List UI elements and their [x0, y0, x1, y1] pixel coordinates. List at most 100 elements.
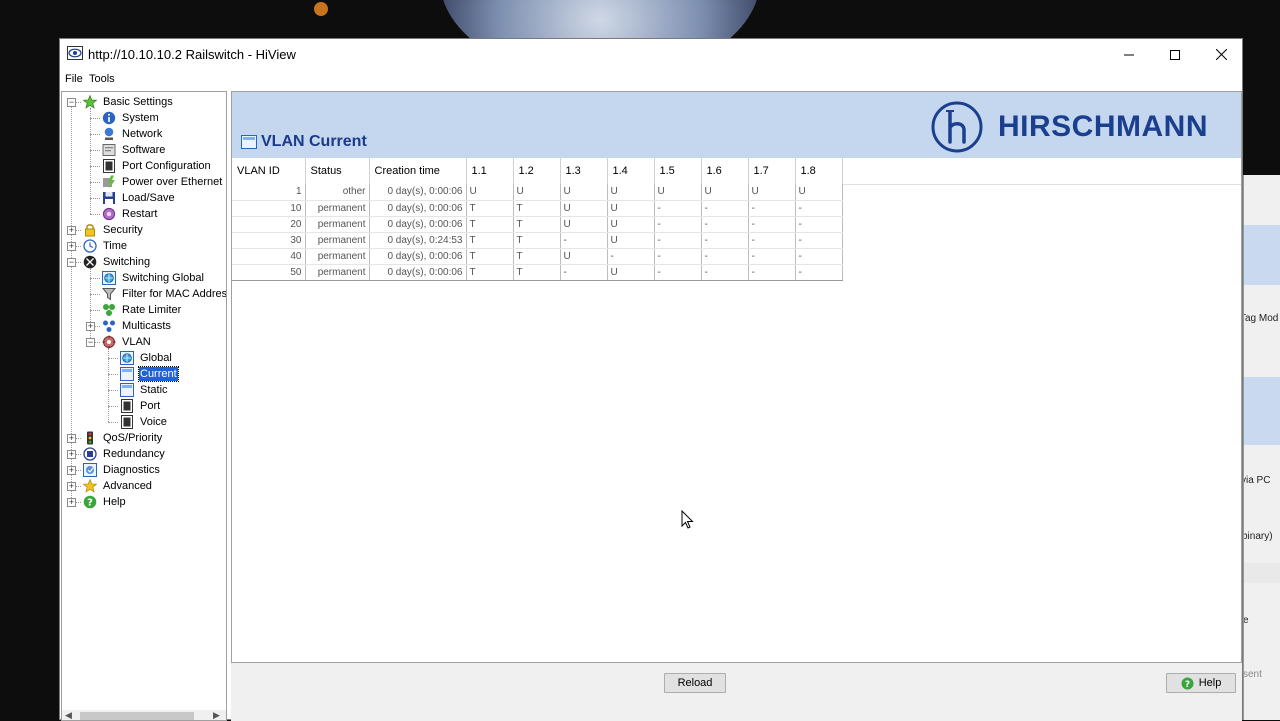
column-header[interactable]: 1.6: [701, 158, 749, 184]
help-button[interactable]: ? Help: [1166, 673, 1236, 693]
tree-item-power-over-ethernet[interactable]: Power over Ethernet: [102, 174, 223, 190]
tree-expander-plus-icon[interactable]: +: [67, 226, 76, 235]
column-header[interactable]: 1.4: [607, 158, 655, 184]
table-cell: T: [513, 216, 561, 233]
tree-expander-plus-icon[interactable]: +: [67, 498, 76, 507]
tree-expander-plus-icon[interactable]: +: [86, 322, 95, 331]
scroll-left-icon[interactable]: ◀: [65, 710, 72, 720]
floppy-icon: [102, 191, 116, 205]
tree-item-time[interactable]: Time: [83, 238, 128, 254]
table-row[interactable]: 40 permanent 0 day(s), 0:00:06 T T U - - - - -: [232, 248, 843, 265]
tree-item-filter-for-mac-addresses[interactable]: Filter for MAC Addresses: [101, 286, 226, 302]
table-row[interactable]: 50 permanent 0 day(s), 0:00:06 T T - U - - - -: [232, 264, 843, 281]
table-cell: permanent: [305, 216, 370, 233]
background-text: binary): [1243, 531, 1273, 542]
info-icon: [102, 111, 116, 125]
tree-item-software[interactable]: Software: [102, 142, 166, 158]
column-header[interactable]: VLAN ID: [232, 158, 306, 184]
tree-item-diagnostics[interactable]: Diagnostics: [83, 462, 161, 478]
tree-item-global[interactable]: Global: [120, 350, 173, 366]
tree-item-vlan[interactable]: VLAN: [102, 334, 152, 350]
table-cell: T: [466, 232, 514, 249]
table-row[interactable]: 10 permanent 0 day(s), 0:00:06 T T U U - - - -: [232, 200, 843, 217]
tree-item-label: Current: [138, 366, 179, 382]
table-cell: -: [748, 200, 796, 217]
hiview-app-icon: [67, 46, 83, 60]
column-header[interactable]: 1.3: [560, 158, 608, 184]
tree-item-security[interactable]: Security: [83, 222, 144, 238]
tree-item-port[interactable]: Port: [120, 398, 161, 414]
table-cell: -: [701, 232, 749, 249]
background-band: [1244, 377, 1280, 445]
tree-item-static[interactable]: Static: [120, 382, 169, 398]
tree-item-switching[interactable]: Switching: [83, 254, 151, 270]
tree-expander-minus-icon[interactable]: −: [67, 98, 76, 107]
tree-item-label: Port Configuration: [122, 160, 211, 172]
column-header[interactable]: Status: [305, 158, 370, 184]
background-window[interactable]: Tag Mod via PC binary) e sent: [1243, 175, 1280, 720]
tree-item-port-configuration[interactable]: Port Configuration: [102, 158, 212, 174]
tree-item-basic-settings[interactable]: Basic Settings: [82, 94, 174, 110]
reload-button[interactable]: Reload: [664, 673, 726, 693]
tree-expander-minus-icon[interactable]: −: [86, 338, 95, 347]
tree-item-multicasts[interactable]: Multicasts: [102, 318, 172, 334]
tree-item-switching-global[interactable]: Switching Global: [102, 270, 205, 286]
table-cell: -: [607, 248, 655, 265]
title-bar[interactable]: http://10.10.10.2 Railswitch - HiView: [60, 39, 1242, 70]
column-header[interactable]: 1.8: [795, 158, 843, 184]
tree-item-restart[interactable]: Restart: [102, 206, 158, 222]
column-header[interactable]: 1.5: [654, 158, 702, 184]
minimize-button[interactable]: [1106, 39, 1152, 70]
tree-expander-plus-icon[interactable]: +: [67, 434, 76, 443]
tree-item-current[interactable]: Current: [120, 366, 179, 382]
tree-item-label: Security: [103, 224, 143, 236]
table-cell: -: [654, 216, 702, 233]
table-cell: 0 day(s), 0:24:53: [369, 232, 467, 249]
table-cell: U: [607, 264, 655, 281]
table-row[interactable]: 20 permanent 0 day(s), 0:00:06 T T U U - - - -: [232, 216, 843, 233]
menu-tools[interactable]: Tools: [89, 73, 115, 85]
scroll-right-icon[interactable]: ▶: [213, 710, 220, 720]
page-title: VLAN Current: [261, 133, 367, 150]
hiview-window: http://10.10.10.2 Railswitch - HiView Fi…: [59, 38, 1243, 721]
column-header[interactable]: Creation time: [369, 158, 467, 184]
table-cell: -: [701, 264, 749, 281]
tree-item-rate-limiter[interactable]: Rate Limiter: [102, 302, 182, 318]
close-button[interactable]: [1198, 39, 1244, 70]
table-row[interactable]: 30 permanent 0 day(s), 0:24:53 T T - U - - - -: [232, 232, 843, 249]
rate-limiter-icon: [102, 303, 116, 317]
tree-expander-plus-icon[interactable]: +: [67, 450, 76, 459]
diagnostics-icon: [83, 463, 97, 477]
tree-item-load-save[interactable]: Load/Save: [102, 190, 176, 206]
tree-expander-minus-icon[interactable]: −: [67, 258, 76, 267]
column-header[interactable]: 1.2: [513, 158, 561, 184]
tree-item-network[interactable]: Network: [102, 126, 163, 142]
tree-connector: [90, 310, 100, 311]
tree-item-qos-priority[interactable]: QoS/Priority: [83, 430, 163, 446]
table-cell: 20: [232, 216, 306, 233]
maximize-button[interactable]: [1152, 39, 1198, 70]
tree-item-system[interactable]: System: [102, 110, 160, 126]
tree-expander-plus-icon[interactable]: +: [67, 466, 76, 475]
tree-connector: [108, 406, 118, 407]
column-header[interactable]: 1.7: [748, 158, 796, 184]
scrollbar-thumb[interactable]: [80, 712, 194, 720]
menu-file[interactable]: File: [65, 73, 83, 85]
table-cell: U: [607, 232, 655, 249]
table-cell: -: [701, 216, 749, 233]
tree-item-label: Voice: [140, 416, 167, 428]
table-row[interactable]: 1 other 0 day(s), 0:00:06 U U U U U U U U: [232, 184, 843, 201]
table-cell: -: [654, 248, 702, 265]
tree-expander-plus-icon[interactable]: +: [67, 242, 76, 251]
background-text: via PC: [1243, 475, 1271, 486]
tree-item-advanced[interactable]: Advanced: [82, 478, 153, 494]
tree-item-redundancy[interactable]: Redundancy: [83, 446, 166, 462]
tree-item-help[interactable]: ? Help: [83, 494, 127, 510]
brand-name: HIRSCHMANN: [998, 110, 1208, 143]
tree-expander-plus-icon[interactable]: +: [67, 482, 76, 491]
navigation-tree[interactable]: ◀ ▶ − Basic Settings System Network Software…: [61, 91, 227, 721]
tree-horizontal-scrollbar[interactable]: ◀ ▶: [62, 710, 226, 720]
vlan-icon: [102, 335, 116, 349]
tree-item-voice[interactable]: Voice: [120, 414, 168, 430]
column-header[interactable]: 1.1: [466, 158, 514, 184]
